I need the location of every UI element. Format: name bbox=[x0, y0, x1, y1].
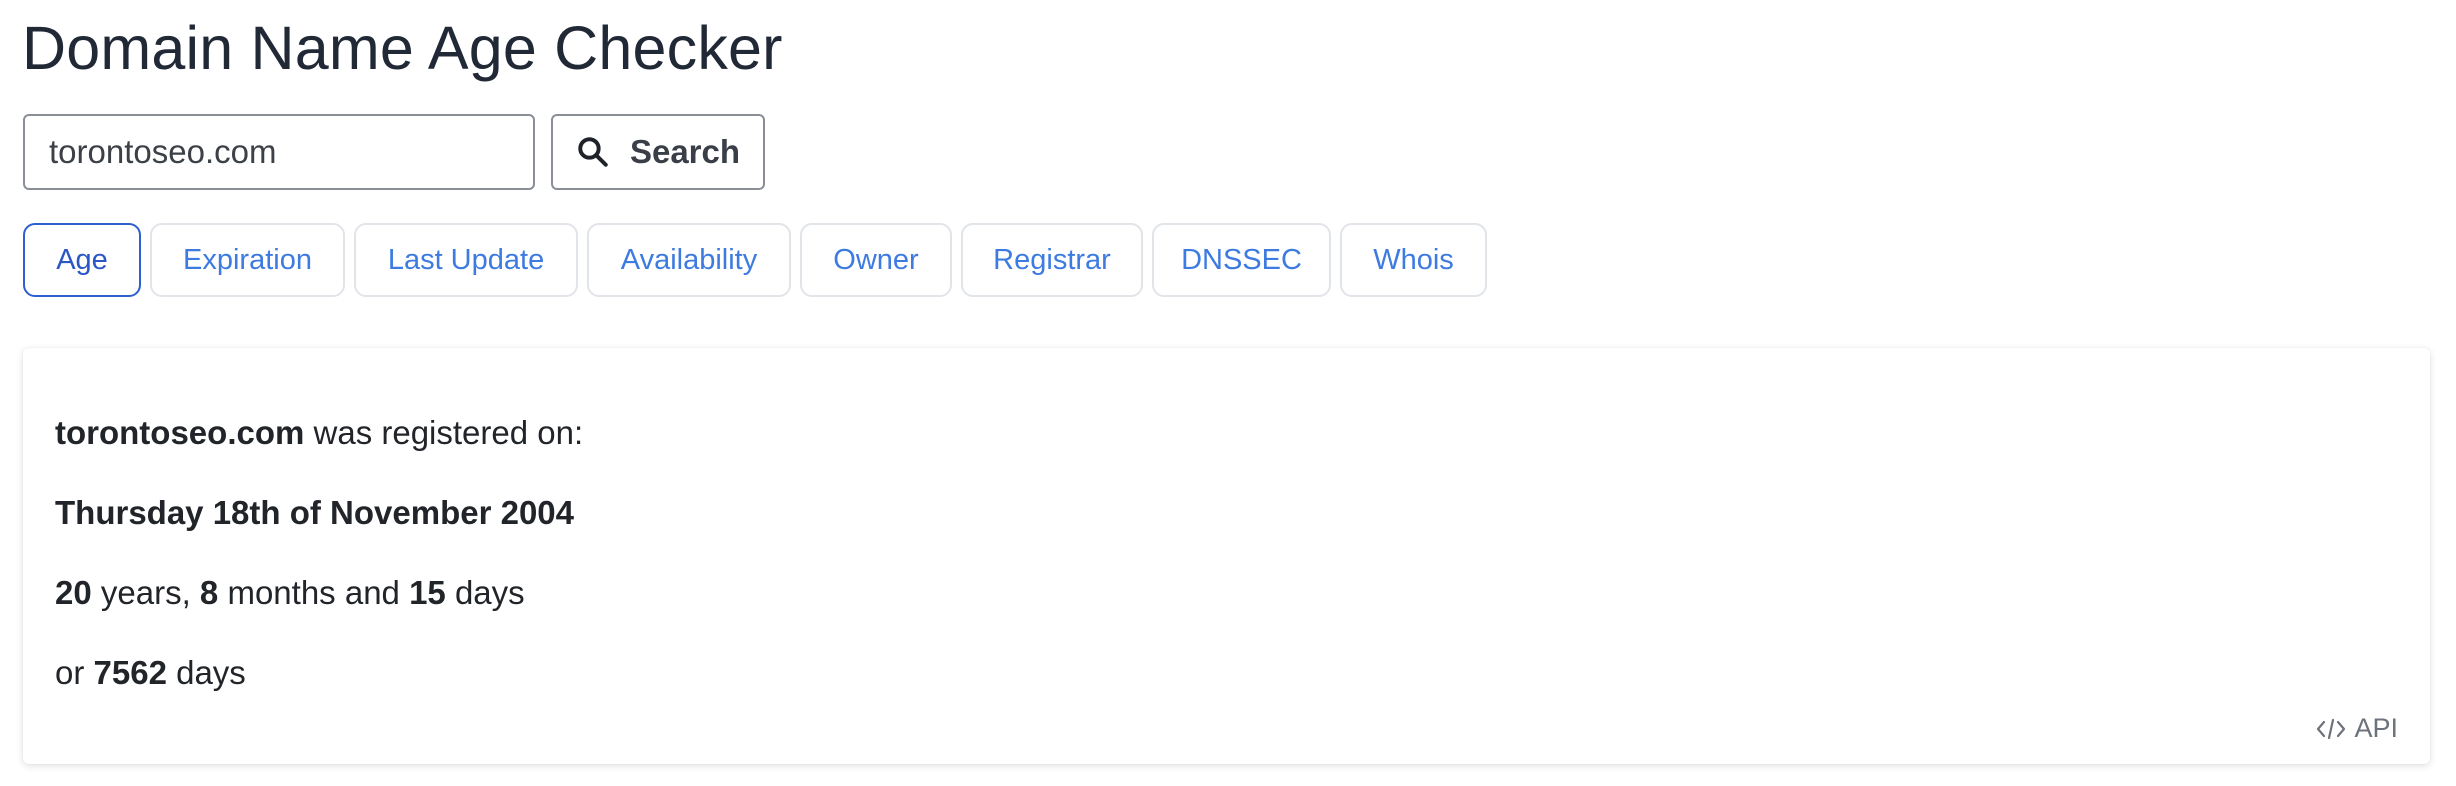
age-years: 20 bbox=[55, 574, 92, 611]
total-days: 7562 bbox=[93, 654, 167, 691]
search-bar: Search bbox=[23, 114, 765, 190]
api-label: API bbox=[2354, 713, 2398, 743]
or-label: or bbox=[55, 654, 94, 691]
registered-on-line: torontoseo.com was registered on: bbox=[55, 414, 583, 452]
years-label: years, bbox=[91, 574, 200, 611]
days-label: days bbox=[445, 574, 525, 611]
search-icon bbox=[576, 135, 610, 169]
domain-search-input[interactable] bbox=[23, 114, 535, 190]
tab-expiration[interactable]: Expiration bbox=[150, 223, 345, 297]
search-button-label: Search bbox=[629, 133, 741, 170]
tab-last-update[interactable]: Last Update bbox=[354, 223, 578, 297]
result-domain: torontoseo.com bbox=[55, 414, 305, 451]
age-months: 8 bbox=[199, 574, 219, 611]
tab-whois[interactable]: Whois bbox=[1340, 223, 1487, 297]
total-days-label: days bbox=[166, 654, 246, 691]
search-button[interactable]: Search bbox=[551, 114, 765, 190]
tab-availability[interactable]: Availability bbox=[587, 223, 791, 297]
total-days-line: or 7562 days bbox=[55, 654, 246, 692]
tab-dnssec[interactable]: DNSSEC bbox=[1152, 223, 1331, 297]
tab-age[interactable]: Age bbox=[23, 223, 141, 297]
tab-owner[interactable]: Owner bbox=[800, 223, 952, 297]
page: Domain Name Age Checker Search Age Expir… bbox=[0, 0, 2456, 786]
age-days: 15 bbox=[409, 574, 446, 611]
page-title: Domain Name Age Checker bbox=[22, 14, 783, 82]
registration-date: Thursday 18th of November 2004 bbox=[55, 494, 575, 531]
api-link[interactable]: API bbox=[2316, 713, 2398, 744]
months-label: months and bbox=[218, 574, 410, 611]
age-breakdown: 20 years, 8 months and 15 days bbox=[55, 574, 525, 612]
registered-text: was registered on: bbox=[304, 414, 584, 451]
result-card: torontoseo.com was registered on: Thursd… bbox=[23, 348, 2430, 764]
tab-bar: Age Expiration Last Update Availability … bbox=[23, 223, 1487, 297]
code-icon bbox=[2316, 717, 2346, 741]
tab-registrar[interactable]: Registrar bbox=[961, 223, 1143, 297]
